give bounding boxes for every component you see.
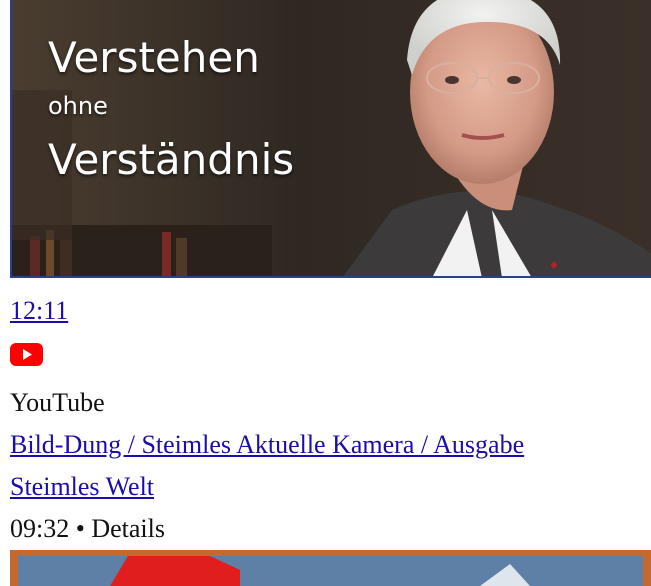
- video-duration-link[interactable]: 12:11: [10, 296, 68, 325]
- video-source-label: YouTube: [10, 388, 105, 417]
- video-duration-row: 12:11: [10, 296, 68, 326]
- video-thumbnail[interactable]: Verstehen ohne Verständnis: [10, 0, 651, 278]
- next-video-thumbnail[interactable]: [10, 550, 651, 586]
- video-channel-row: Steimles Welt: [10, 472, 154, 502]
- video-channel-link[interactable]: Steimles Welt: [10, 472, 154, 501]
- next-thumbnail-image: [10, 550, 651, 586]
- video-meta-text: 09:32 • Details: [10, 514, 165, 543]
- video-title-row: Bild-Dung / Steimles Aktuelle Kamera / A…: [10, 430, 524, 460]
- youtube-logo-icon: [10, 343, 43, 366]
- thumbnail-title-line-3: Verständnis: [48, 135, 295, 184]
- thumbnail-title-line-2: ohne: [48, 92, 108, 120]
- results-page: Verstehen ohne Verständnis 12:11 YouTube…: [0, 0, 651, 586]
- thumbnail-title-line-1: Verstehen: [48, 33, 260, 82]
- video-title-link[interactable]: Bild-Dung / Steimles Aktuelle Kamera / A…: [10, 430, 524, 459]
